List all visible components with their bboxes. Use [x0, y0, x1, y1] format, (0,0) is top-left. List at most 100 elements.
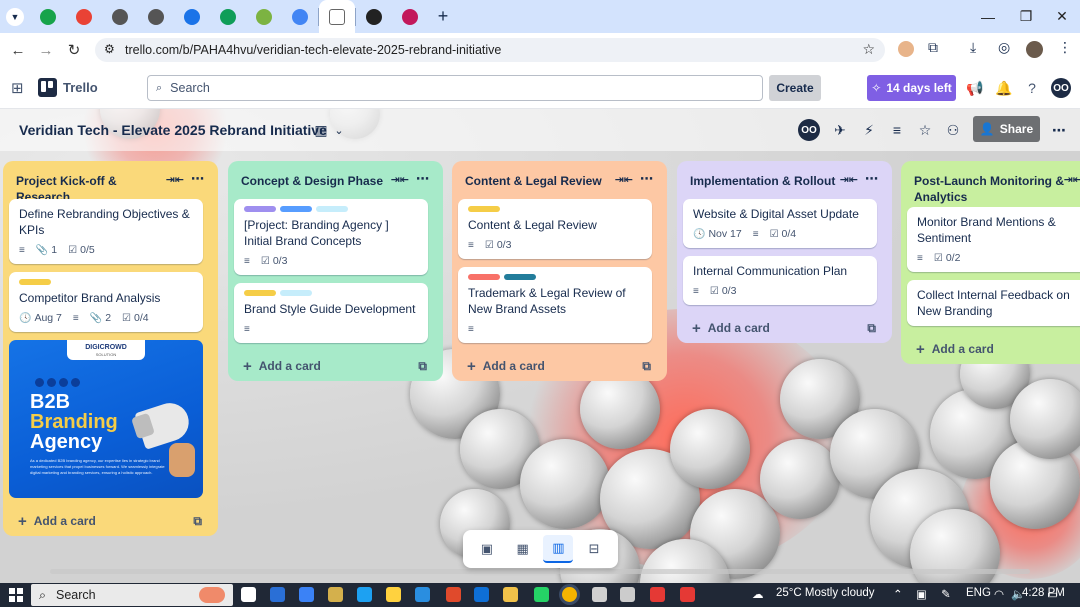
label-chip[interactable]: [244, 206, 276, 212]
camera-icon[interactable]: ▣: [916, 587, 927, 601]
card[interactable]: Website & Digital Asset Update 🕓 Nov 17 ≡ ☑ 0…: [683, 199, 877, 248]
label-chip[interactable]: [19, 279, 51, 285]
board-view-button[interactable]: ▥: [543, 535, 574, 563]
notification-icon[interactable]: ▭: [1047, 587, 1058, 601]
list-title[interactable]: Implementation & Rollout: [690, 173, 840, 189]
template-icon[interactable]: ⧉: [193, 514, 202, 529]
telegram-icon[interactable]: [474, 587, 489, 602]
card[interactable]: Content & Legal Review ≡ ☑ 0/3: [458, 199, 652, 259]
template-icon[interactable]: ⧉: [418, 359, 427, 374]
list-menu-icon[interactable]: ⋯: [191, 171, 204, 187]
sync-icon[interactable]: ◎: [998, 39, 1010, 56]
star-icon[interactable]: ☆: [916, 121, 934, 139]
tab-search-menu[interactable]: ▼: [0, 0, 30, 33]
collapse-list-icon[interactable]: ⇥⇤: [615, 173, 633, 186]
card[interactable]: Competitor Brand Analysis 🕓 Aug 7 ≡ 📎 2 ☑ 0/4: [9, 272, 203, 332]
reload-button[interactable]: ↻: [60, 36, 88, 64]
weather-text[interactable]: 25°C Mostly cloudy: [776, 587, 875, 599]
collapse-list-icon[interactable]: ⇥⇤: [166, 173, 184, 186]
label-chip[interactable]: [316, 206, 348, 212]
card[interactable]: Monitor Brand Mentions & Sentiment ≡ ☑ 0/2: [907, 207, 1080, 272]
taskbar-search[interactable]: ⌕ Search: [31, 584, 233, 606]
add-card-button[interactable]: +Add a card⧉: [234, 351, 437, 381]
create-button[interactable]: Create: [769, 75, 821, 101]
close-window-button[interactable]: ✕: [1044, 0, 1080, 33]
collapse-list-icon[interactable]: ⇥⇤: [391, 173, 409, 186]
power-ups-icon[interactable]: ✈: [831, 121, 849, 139]
inbox-view-button[interactable]: ▣: [472, 535, 502, 563]
edge-icon[interactable]: [357, 587, 372, 602]
list-header[interactable]: Content & Legal Review ⇥⇤ ⋯: [458, 161, 661, 199]
workspace-visibility-icon[interactable]: ⚇: [944, 121, 962, 139]
clock-time[interactable]: 4:28 PM: [1022, 587, 1065, 599]
folder-icon[interactable]: [503, 587, 518, 602]
add-card-button[interactable]: +Add a card⧉: [683, 313, 886, 343]
browser-tab[interactable]: [356, 0, 392, 33]
minimize-button[interactable]: —: [970, 0, 1006, 33]
filter-icon[interactable]: ≡: [888, 121, 906, 139]
maximize-button[interactable]: ❐: [1008, 0, 1044, 33]
board-view-icon[interactable]: ▥: [312, 121, 330, 139]
profile-avatar[interactable]: [1026, 41, 1043, 58]
browser-tab[interactable]: [174, 0, 210, 33]
task-view-icon[interactable]: [241, 587, 256, 602]
label-chip[interactable]: [468, 274, 500, 280]
add-card-button[interactable]: +Add a card⧉: [458, 351, 661, 381]
browser-tab[interactable]: [30, 0, 66, 33]
weather-icon[interactable]: ☁: [752, 587, 764, 601]
windows-start-icon[interactable]: [9, 588, 23, 602]
puzzle-icon[interactable]: ⧉: [928, 39, 938, 56]
site-info-icon[interactable]: ⚙: [104, 42, 115, 56]
add-card-button[interactable]: +Add a card⧉: [907, 334, 1080, 364]
card[interactable]: Collect Internal Feedback on New Brandin…: [907, 280, 1080, 326]
member-avatar[interactable]: OO: [798, 119, 820, 141]
app-icon[interactable]: [620, 587, 635, 602]
card[interactable]: Internal Communication Plan ≡ ☑ 0/3: [683, 256, 877, 305]
megaphone-icon[interactable]: 📢: [966, 79, 984, 97]
list-header[interactable]: Project Kick-off & Research ⇥⇤ ⋯: [9, 161, 212, 204]
board-title[interactable]: Veridian Tech - Elevate 2025 Rebrand Ini…: [19, 122, 327, 138]
list-menu-icon[interactable]: ⋯: [416, 171, 429, 187]
browser-tab[interactable]: [210, 0, 246, 33]
mail-icon[interactable]: [270, 587, 285, 602]
share-button[interactable]: 👤 Share: [973, 116, 1040, 142]
trello-logo[interactable]: Trello: [38, 78, 98, 97]
explorer-icon[interactable]: [386, 587, 401, 602]
list-header[interactable]: Implementation & Rollout ⇥⇤ ⋯: [683, 161, 886, 199]
card[interactable]: Brand Style Guide Development ≡: [234, 283, 428, 343]
list-title[interactable]: Concept & Design Phase: [241, 173, 391, 189]
mail-app-icon[interactable]: [592, 587, 607, 602]
bookmark-star-icon[interactable]: ☆: [862, 41, 875, 58]
planner-view-button[interactable]: ▦: [508, 535, 538, 563]
browser-tab[interactable]: [246, 0, 282, 33]
browser-tab[interactable]: [102, 0, 138, 33]
new-tab-button[interactable]: +: [428, 0, 458, 33]
more-menu-icon[interactable]: ⋯: [1050, 121, 1068, 139]
chevron-up-icon[interactable]: ⌃: [893, 587, 903, 601]
card[interactable]: Define Rebranding Objectives & KPIs ≡ 📎 1 ☑ 0…: [9, 199, 203, 264]
label-chip[interactable]: [504, 274, 536, 280]
more-menu-icon[interactable]: ⋮: [1058, 39, 1072, 56]
chevron-down-icon[interactable]: ⌄: [330, 121, 348, 139]
user-avatar[interactable]: OO: [1051, 78, 1071, 98]
browser-tab[interactable]: [282, 0, 318, 33]
back-button[interactable]: ←: [4, 36, 32, 64]
add-card-button[interactable]: +Add a card⧉: [9, 506, 212, 536]
chrome-icon[interactable]: [562, 587, 577, 602]
image-card[interactable]: DIGICROWD SOLUTION B2B Branding Agency As a d…: [9, 340, 203, 498]
filezilla-icon[interactable]: [680, 587, 695, 602]
language-indicator[interactable]: ENG: [966, 587, 991, 599]
browser-tab[interactable]: [319, 0, 355, 33]
list-title[interactable]: Post-Launch Monitoring & Analytics: [914, 173, 1064, 205]
list-header[interactable]: Concept & Design Phase ⇥⇤ ⋯: [234, 161, 437, 199]
list-header[interactable]: Post-Launch Monitoring & Analytics⇥⇤⋯: [907, 161, 1080, 207]
list-menu-icon[interactable]: ⋯: [865, 171, 878, 187]
label-chip[interactable]: [468, 206, 500, 212]
address-bar[interactable]: ⚙ trello.com/b/PAHA4hvu/veridian-tech-el…: [95, 38, 885, 62]
download-icon[interactable]: ⤓: [970, 39, 976, 56]
help-icon[interactable]: ?: [1023, 79, 1041, 97]
browser-tab[interactable]: [138, 0, 174, 33]
copilot-icon[interactable]: [299, 587, 314, 602]
switch-boards-button[interactable]: ⊟: [579, 535, 609, 563]
label-chip[interactable]: [280, 290, 312, 296]
